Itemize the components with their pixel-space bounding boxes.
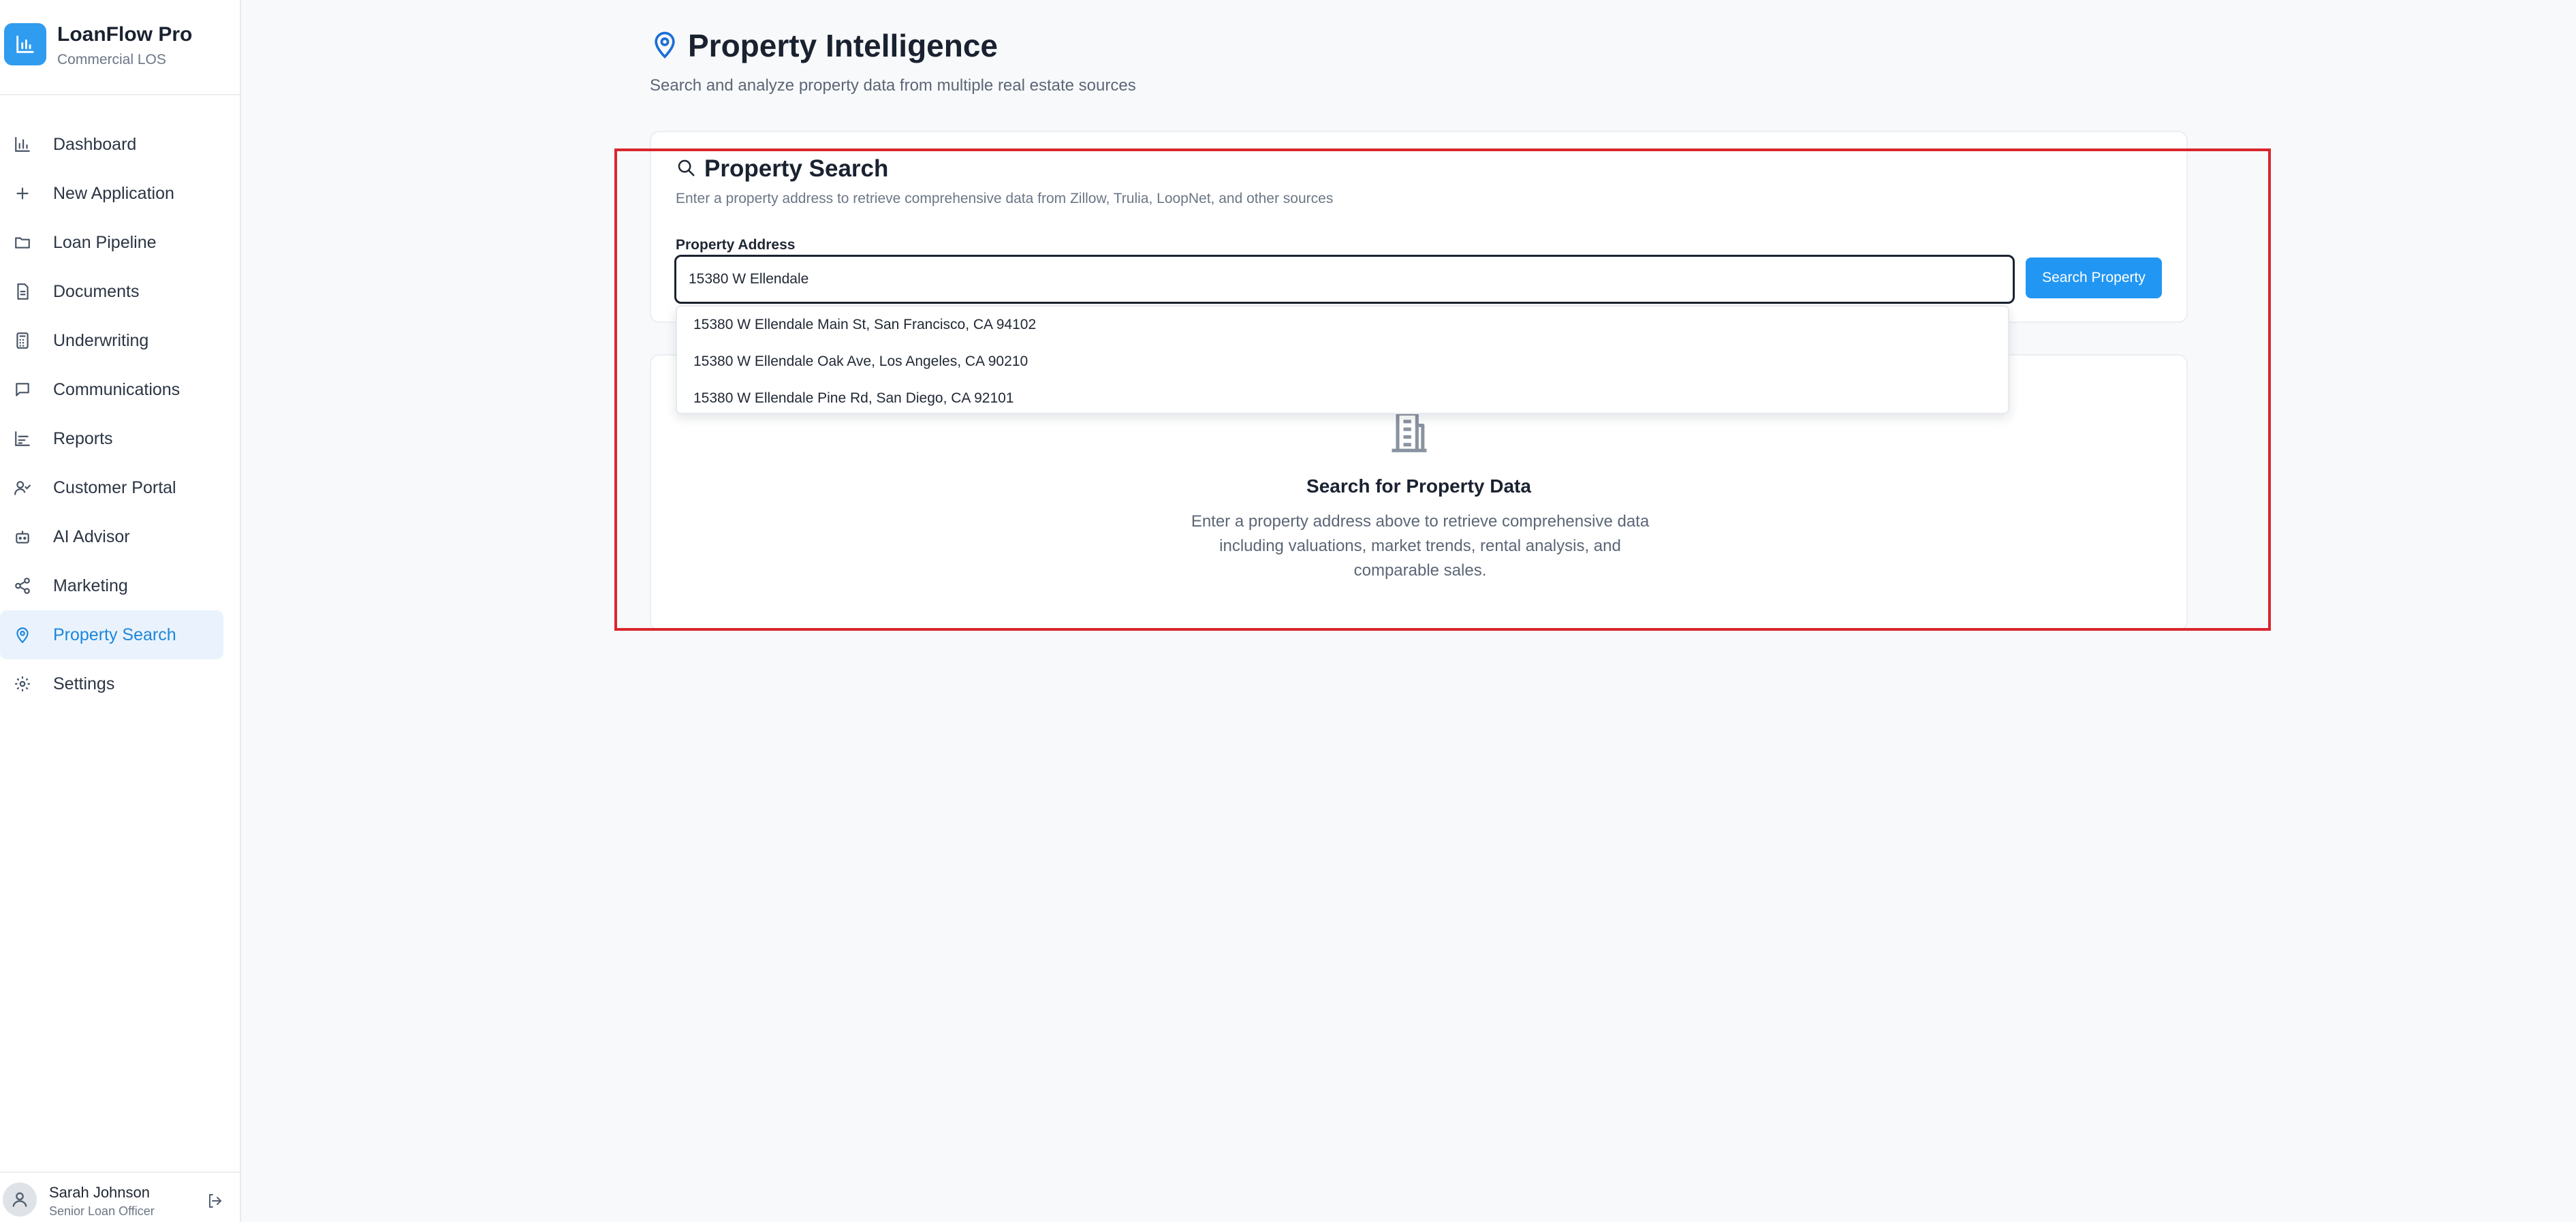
user-role: Senior Loan Officer — [49, 1204, 155, 1218]
map-pin-icon — [12, 625, 33, 645]
app-name: LoanFlow Pro — [57, 23, 193, 46]
search-card-title: Property Search — [704, 155, 889, 182]
sidebar-item-customer-portal[interactable]: Customer Portal — [0, 463, 223, 512]
sidebar-item-ai-advisor[interactable]: AI Advisor — [0, 512, 223, 561]
user-name: Sarah Johnson — [49, 1184, 150, 1201]
document-icon — [12, 281, 33, 302]
message-icon — [12, 379, 33, 400]
sidebar-item-marketing[interactable]: Marketing — [0, 561, 223, 610]
sidebar-item-label: Communications — [53, 379, 180, 399]
plus-icon — [12, 183, 33, 204]
address-suggestions-dropdown: 15380 W Ellendale Main St, San Francisco… — [676, 305, 2009, 414]
sidebar-item-label: Dashboard — [53, 134, 137, 154]
sidebar: LoanFlow Pro Commercial LOS Dashboard Ne… — [0, 0, 241, 1222]
sidebar-item-underwriting[interactable]: Underwriting — [0, 316, 223, 365]
page-subtitle: Search and analyze property data from mu… — [650, 76, 1136, 95]
sidebar-item-label: AI Advisor — [53, 527, 130, 546]
sidebar-item-loan-pipeline[interactable]: Loan Pipeline — [0, 218, 223, 267]
sidebar-item-label: Documents — [53, 281, 140, 301]
user-check-icon — [12, 477, 33, 498]
sidebar-item-label: Reports — [53, 428, 113, 448]
page-header: Property Intelligence Search and analyze… — [650, 27, 1136, 95]
sidebar-item-dashboard[interactable]: Dashboard — [0, 120, 223, 169]
robot-icon — [12, 527, 33, 547]
share-icon — [12, 576, 33, 596]
sidebar-item-label: Property Search — [53, 625, 176, 644]
map-pin-icon — [650, 29, 680, 63]
gear-icon — [12, 674, 33, 694]
sidebar-item-reports[interactable]: Reports — [0, 414, 223, 463]
folder-icon — [12, 232, 33, 253]
property-search-card: Property Search Enter a property address… — [650, 131, 2188, 323]
sidebar-item-communications[interactable]: Communications — [0, 365, 223, 414]
property-address-label: Property Address — [676, 237, 796, 253]
sidebar-item-documents[interactable]: Documents — [0, 267, 223, 316]
sidebar-item-label: New Application — [53, 183, 174, 203]
sidebar-item-label: Marketing — [53, 576, 128, 595]
page-title: Property Intelligence — [688, 28, 999, 63]
brand[interactable]: LoanFlow Pro Commercial LOS — [4, 23, 236, 71]
property-address-input[interactable] — [674, 255, 2015, 304]
app-logo-icon — [4, 23, 46, 65]
search-card-description: Enter a property address to retrieve com… — [676, 191, 1334, 206]
sidebar-item-new-application[interactable]: New Application — [0, 169, 223, 218]
bar-chart-icon — [12, 134, 33, 155]
empty-state-title: Search for Property Data — [1306, 475, 1531, 497]
sidebar-item-label: Underwriting — [53, 330, 149, 350]
chart-icon — [12, 428, 33, 449]
sidebar-nav: Dashboard New Application Loan Pipeline … — [0, 120, 240, 708]
app-subtitle: Commercial LOS — [57, 52, 166, 67]
sidebar-item-settings[interactable]: Settings — [0, 659, 223, 708]
sidebar-item-property-search[interactable]: Property Search — [0, 610, 223, 659]
calculator-icon — [12, 330, 33, 351]
address-suggestion[interactable]: 15380 W Ellendale Main St, San Francisco… — [677, 307, 2008, 343]
address-suggestion[interactable]: 15380 W Ellendale Pine Rd, San Diego, CA… — [677, 380, 2008, 417]
address-suggestion[interactable]: 15380 W Ellendale Oak Ave, Los Angeles, … — [677, 343, 2008, 380]
search-property-button[interactable]: Search Property — [2026, 257, 2162, 298]
user-profile: Sarah Johnson Senior Loan Officer — [0, 1172, 240, 1222]
logout-icon[interactable] — [204, 1191, 225, 1211]
empty-state-text: Enter a property address above to retrie… — [1191, 512, 1650, 580]
sidebar-divider — [0, 94, 240, 95]
sidebar-item-label: Customer Portal — [53, 477, 176, 497]
avatar[interactable] — [3, 1182, 37, 1217]
search-icon — [676, 157, 696, 181]
sidebar-item-label: Settings — [53, 674, 115, 693]
sidebar-item-label: Loan Pipeline — [53, 232, 157, 252]
